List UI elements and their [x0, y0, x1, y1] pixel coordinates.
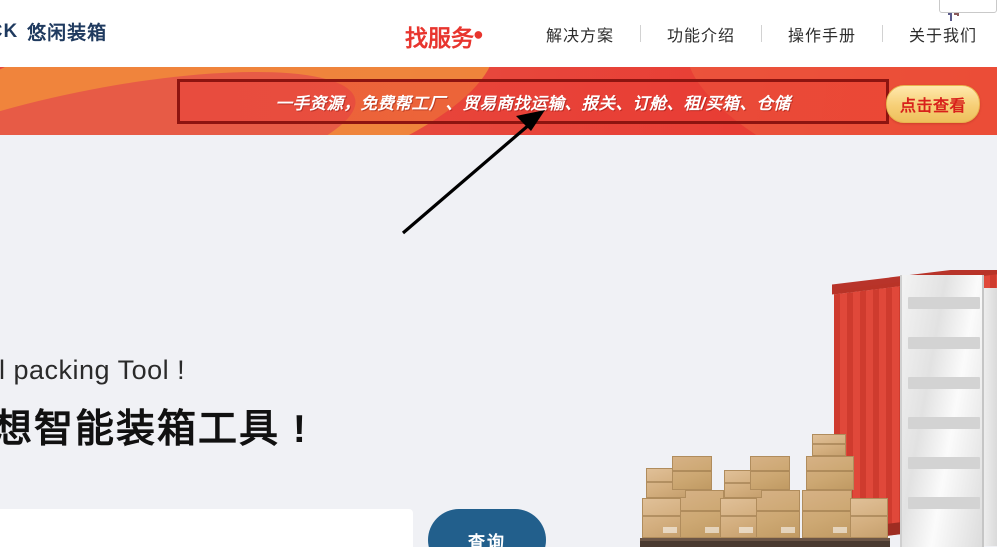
container-illustration [600, 270, 997, 547]
container-door-secondary [984, 288, 997, 546]
cargo-box [812, 434, 846, 456]
promo-banner[interactable]: 一手资源，免费帮工厂、贸易商找运输、报关、订舱、租/买箱、仓储 [0, 67, 997, 135]
cargo-box [850, 498, 888, 538]
promo-cta-button[interactable]: 点击查看 [886, 85, 981, 123]
cursor-glyph-icon [948, 13, 959, 21]
find-service-badge[interactable]: 找服务● [405, 19, 483, 53]
hero-title-english: imal packing Tool ! [0, 355, 186, 385]
find-service-sup: ● [474, 29, 483, 41]
logo-mark-text: ACK [0, 20, 19, 42]
site-logo[interactable]: ACK 悠闲装箱 [0, 18, 107, 45]
cargo-box [802, 490, 852, 538]
hero-section: imal packing Tool ! 理想智能装箱工具 ! 查询 计划，快去创… [0, 135, 997, 547]
cargo-box [806, 456, 854, 490]
site-header: ACK 悠闲装箱 找服务● 解决方案 功能介绍 操作手册 关于我们 [0, 0, 997, 67]
cargo-box [672, 456, 712, 490]
hero-title-chinese: 理想智能装箱工具 ! [0, 408, 308, 451]
nav-item-manual[interactable]: 操作手册 [762, 22, 882, 46]
container-door-open-white [900, 275, 984, 547]
search-input[interactable] [0, 509, 413, 547]
page-root: ACK 悠闲装箱 找服务● 解决方案 功能介绍 操作手册 关于我们 一手资源，免… [0, 0, 997, 547]
pallet [640, 538, 726, 547]
cargo-box [720, 498, 758, 538]
pallet [800, 538, 890, 547]
search-submit-button[interactable]: 查询 [428, 509, 546, 547]
cargo-box [756, 490, 800, 538]
promo-text-frame: 一手资源，免费帮工厂、贸易商找运输、报关、订舱、租/买箱、仓储 [177, 79, 889, 124]
cargo-box [680, 490, 724, 538]
nav-item-about-us[interactable]: 关于我们 [883, 22, 997, 46]
cargo-box [642, 498, 682, 538]
find-service-label: 找服务 [405, 26, 474, 52]
nav-item-features[interactable]: 功能介绍 [641, 22, 761, 46]
promo-banner-text: 一手资源，免费帮工厂、贸易商找运输、报关、订舱、租/买箱、仓储 [275, 94, 791, 113]
cargo-box [750, 456, 790, 490]
nav-item-solutions[interactable]: 解决方案 [520, 22, 640, 46]
main-navigation: 解决方案 功能介绍 操作手册 关于我们 [520, 0, 997, 67]
logo-brand-text: 悠闲装箱 [27, 23, 108, 44]
pallet [718, 538, 804, 547]
